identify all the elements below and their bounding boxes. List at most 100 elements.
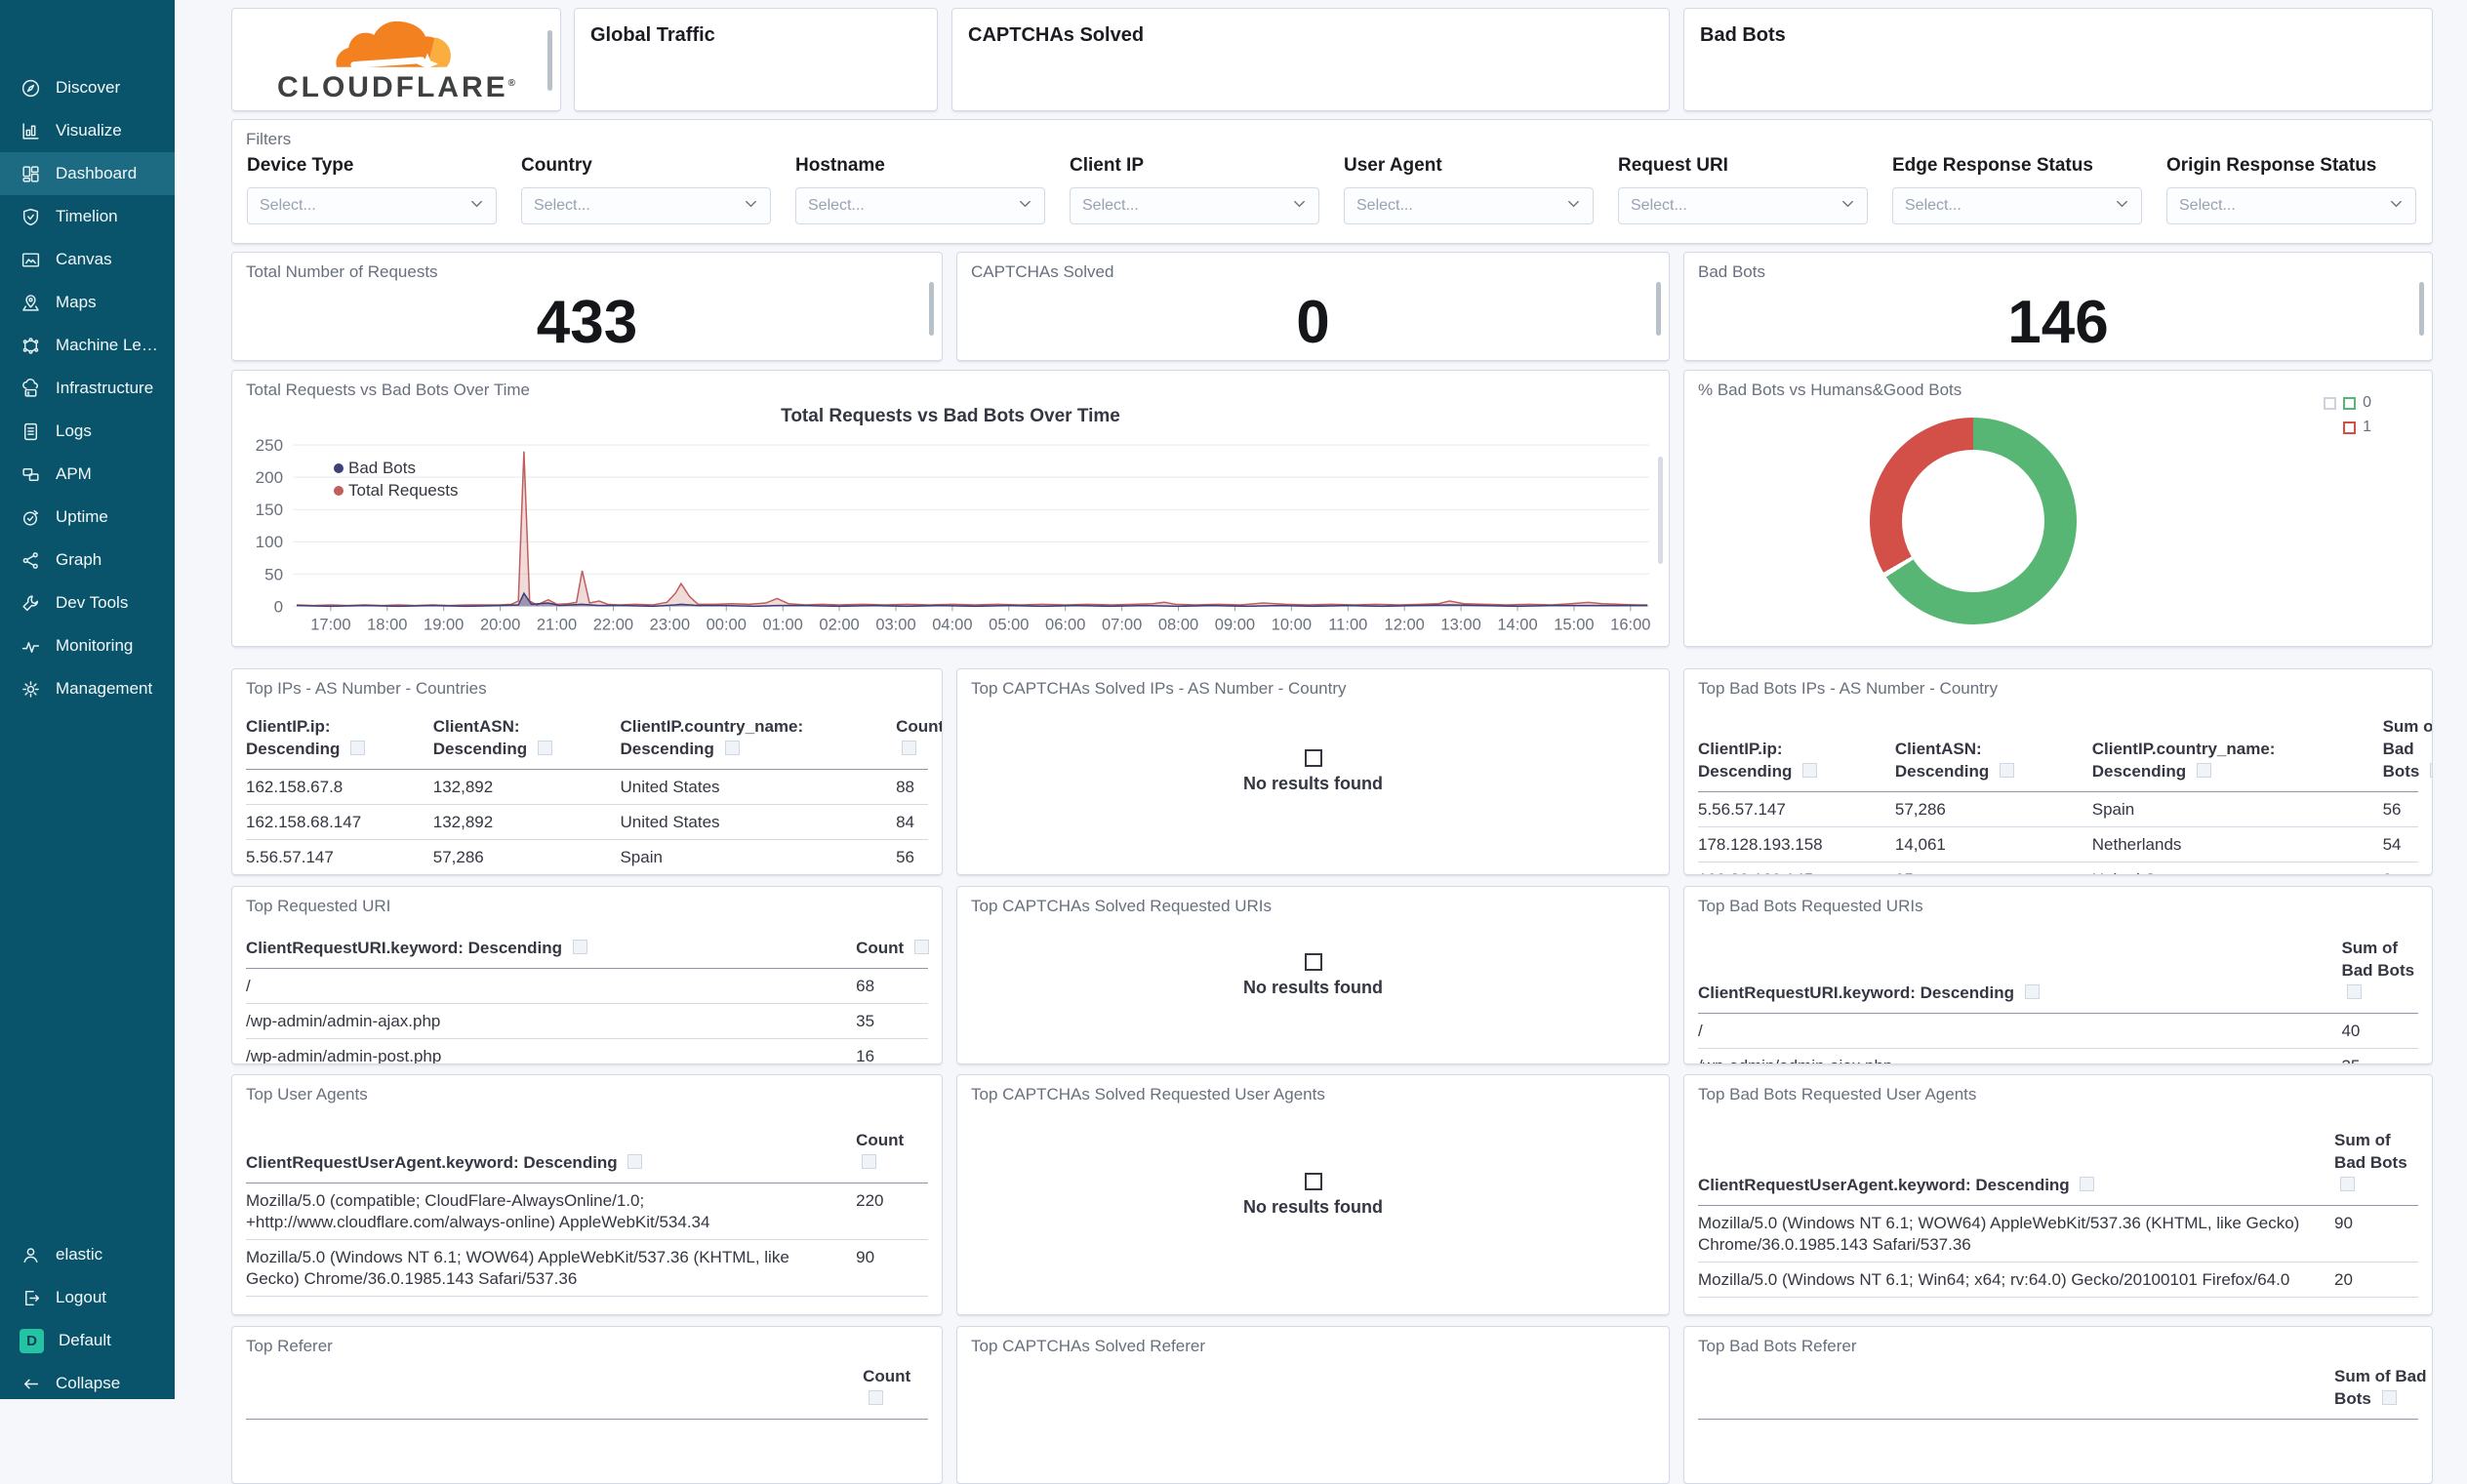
table-cell[interactable]: 2 [2383, 869, 2432, 874]
sidebar-item-visualize[interactable]: Visualize [0, 109, 175, 152]
table-row[interactable]: Mozilla/5.0 (Windows NT 6.1; WOW64) Appl… [246, 1240, 928, 1298]
sidebar-item-logout[interactable]: Logout [0, 1276, 175, 1319]
sidebar-item-logs[interactable]: Logs [0, 410, 175, 453]
filter-select-request-uri[interactable]: Select... [1618, 187, 1868, 224]
table-cell[interactable]: Mozilla/5.0 (Windows NT 6.1; WOW64) Appl… [1698, 1213, 2325, 1256]
table-cell[interactable]: 35 [2341, 1056, 2428, 1063]
column-header[interactable]: Sum of BadBots [2334, 1366, 2428, 1411]
timeseries-chart[interactable]: 0 50 100 150 200 250 17:00 18:00 19:00 20:00 21:00… [232, 371, 1669, 644]
column-header[interactable]: ClientIP.country_name: Descending [2092, 739, 2373, 783]
table-row[interactable]: 178.128.193.158 14,061 Netherlands 54 [1698, 827, 2418, 862]
table-cell[interactable]: 16 [856, 1046, 938, 1063]
sidebar-item-dev-tools[interactable]: Dev Tools [0, 582, 175, 624]
column-header[interactable]: Sum of Bad Bots [2334, 1130, 2428, 1197]
panel-scrollbar[interactable] [1656, 282, 1661, 336]
table-cell[interactable]: /wp-admin/admin-ajax.php [246, 1011, 846, 1032]
column-header[interactable]: ClientRequestURI.keyword: Descending [246, 938, 846, 960]
table-cell[interactable]: 35 [856, 1011, 938, 1032]
filter-select-country[interactable]: Select... [521, 187, 771, 224]
table-cell[interactable]: Mozilla/5.0 (compatible; CloudFlare-Alwa… [246, 1190, 846, 1233]
filter-select-hostname[interactable]: Select... [795, 187, 1045, 224]
column-header[interactable]: ClientIP.ip: Descending [246, 716, 424, 761]
column-header[interactable]: ClientASN: Descending [1895, 739, 2083, 783]
table-cell[interactable]: /wp-admin/admin-ajax.php [1698, 1056, 2331, 1063]
table-row[interactable]: 162.158.68.147 132,892 United States 84 [246, 805, 928, 841]
table-cell[interactable]: 56 [896, 847, 942, 868]
legend-item-total-requests[interactable]: Total Requests [334, 481, 458, 501]
table-cell[interactable]: 90 [856, 1247, 938, 1290]
table-cell[interactable]: 5.56.57.147 [1698, 799, 1885, 821]
sidebar-item-maps[interactable]: Maps [0, 281, 175, 324]
table-cell[interactable]: 40 [2341, 1021, 2428, 1042]
column-header[interactable]: ClientRequestUserAgent.keyword: Descendi… [246, 1152, 846, 1175]
table-cell[interactable]: 54 [2383, 834, 2432, 856]
sidebar-item-timelion[interactable]: Timelion [0, 195, 175, 238]
filter-select-client-ip[interactable]: Select... [1070, 187, 1319, 224]
table-cell[interactable]: 90 [2334, 1213, 2428, 1256]
donut-legend-item-1[interactable]: 1 [2324, 419, 2371, 436]
column-header[interactable]: ClientIP.ip: Descending [1698, 739, 1885, 783]
table-cell[interactable]: 5.56.57.147 [246, 847, 424, 868]
panel-scrollbar[interactable] [547, 30, 552, 91]
table-cell[interactable]: United States [620, 777, 886, 798]
sidebar-item-collapse[interactable]: Collapse [0, 1362, 175, 1405]
column-header[interactable]: Count [896, 716, 942, 761]
table-row[interactable]: /wp-admin/admin-ajax.php35 [246, 1004, 928, 1040]
table-cell[interactable]: Mozilla/5.0 (Windows NT 6.1; Win64; x64;… [1698, 1269, 2325, 1291]
table-cell[interactable]: / [1698, 1021, 2331, 1042]
table-cell[interactable]: 88 [896, 777, 942, 798]
table-cell[interactable]: 20 [2334, 1269, 2428, 1291]
column-header[interactable]: ClientIP.country_name: Descending [620, 716, 886, 761]
table-cell[interactable]: 128.32.162.145 [1698, 869, 1885, 874]
sidebar-item-dashboard[interactable]: Dashboard [0, 152, 175, 195]
filter-select-device-type[interactable]: Select... [247, 187, 497, 224]
table-row[interactable]: 5.56.57.147 57,286 Spain 56 [246, 840, 928, 874]
table-cell[interactable]: Spain [2092, 799, 2373, 821]
table-row[interactable]: /68 [246, 969, 928, 1005]
sidebar-item-default[interactable]: D Default [0, 1319, 175, 1362]
table-cell[interactable]: United States [2092, 869, 2373, 874]
table-cell[interactable]: / [246, 976, 846, 997]
panel-scrollbar[interactable] [1658, 457, 1663, 564]
table-cell[interactable]: 132,892 [433, 777, 611, 798]
filter-select-edge-response-status[interactable]: Select... [1892, 187, 2142, 224]
table-row[interactable]: /40 [1698, 1014, 2418, 1049]
table-row[interactable]: 162.158.67.8 132,892 United States 88 [246, 770, 928, 805]
table-cell[interactable]: 57,286 [1895, 799, 2083, 821]
table-cell[interactable]: Mozilla/5.0 (Windows NT 6.1; WOW64) Appl… [246, 1247, 846, 1290]
filter-select-user-agent[interactable]: Select... [1344, 187, 1594, 224]
column-header[interactable]: Count [863, 1366, 938, 1411]
column-header[interactable]: Count [856, 1130, 938, 1175]
sidebar-item-elastic[interactable]: elastic [0, 1233, 175, 1276]
sidebar-item-monitoring[interactable]: Monitoring [0, 624, 175, 667]
column-header[interactable]: ClientRequestUserAgent.keyword: Descendi… [1698, 1175, 2325, 1197]
panel-scrollbar[interactable] [2419, 282, 2424, 336]
table-row[interactable]: Mozilla/5.0 (Windows NT 6.1; WOW64) Appl… [1698, 1206, 2418, 1263]
table-cell[interactable]: 14,061 [1895, 834, 2083, 856]
column-header[interactable]: Sum of Bad Bots [2341, 938, 2428, 1005]
sidebar-item-uptime[interactable]: Uptime [0, 496, 175, 539]
table-row[interactable]: /wp-admin/admin-post.php 16 [246, 1039, 928, 1063]
table-cell[interactable]: Netherlands [2092, 834, 2373, 856]
column-header[interactable]: ClientASN: Descending [433, 716, 611, 761]
table-cell[interactable]: 220 [856, 1190, 938, 1233]
column-header[interactable]: Sum of BadBots [2383, 716, 2432, 783]
table-cell[interactable]: Spain [620, 847, 886, 868]
table-cell[interactable]: United States [620, 812, 886, 833]
filter-select-origin-response-status[interactable]: Select... [2166, 187, 2416, 224]
table-cell[interactable]: 162.158.68.147 [246, 812, 424, 833]
table-cell[interactable]: 132,892 [433, 812, 611, 833]
sidebar-item-canvas[interactable]: Canvas [0, 238, 175, 281]
sidebar-item-infrastructure[interactable]: Infrastructure [0, 367, 175, 410]
legend-item-bad-bots[interactable]: Bad Bots [334, 459, 458, 478]
column-header[interactable]: Count [856, 938, 938, 960]
table-cell[interactable]: 84 [896, 812, 942, 833]
sidebar-item-graph[interactable]: Graph [0, 539, 175, 582]
table-row[interactable]: Mozilla/5.0 (Windows NT 6.1; Win64; x64;… [1698, 1263, 2418, 1299]
sidebar-item-management[interactable]: Management [0, 667, 175, 710]
panel-scrollbar[interactable] [929, 282, 934, 336]
table-row[interactable]: /wp-admin/admin-ajax.php35 [1698, 1049, 2418, 1063]
table-row[interactable]: 128.32.162.14525United States2 [1698, 862, 2418, 874]
table-cell[interactable]: 68 [856, 976, 938, 997]
donut-legend-item-0[interactable]: 0 [2324, 394, 2371, 412]
